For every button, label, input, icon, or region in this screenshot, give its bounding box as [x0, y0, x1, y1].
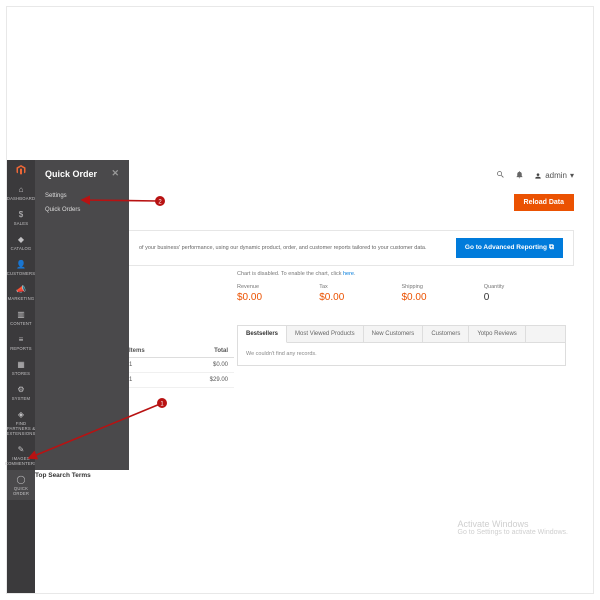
sidebar-item-images-commenters[interactable]: ✎IMAGES COMMENTERS: [7, 440, 35, 470]
sidebar-item-content[interactable]: ▥CONTENT: [7, 305, 35, 330]
nav-icon: ▥: [16, 309, 26, 319]
sidebar-item-sales[interactable]: $SALES: [7, 205, 35, 230]
advisor-text: of your business' performance, using our…: [139, 245, 448, 251]
nav-icon: ◆: [16, 234, 26, 244]
sidebar-item-catalog[interactable]: ◆CATALOG: [7, 230, 35, 255]
nav-icon: $: [16, 209, 26, 219]
last-orders-table: ItemsTotal 1$0.001$29.00: [129, 345, 234, 388]
nav-icon: ◯: [16, 474, 26, 484]
tab-most-viewed-products[interactable]: Most Viewed Products: [287, 326, 364, 342]
stat-quantity: Quantity0: [484, 284, 566, 303]
stats-row: Revenue$0.00Tax$0.00Shipping$0.00Quantit…: [237, 284, 566, 303]
quick-order-flyout: Quick Order ✕ Settings Quick Orders: [35, 160, 129, 470]
sidebar-item-marketing[interactable]: 📣MARKETING: [7, 280, 35, 305]
sidebar-item-customers[interactable]: 👤CUSTOMERS: [7, 255, 35, 280]
tab-yotpo-reviews[interactable]: Yotpo Reviews: [469, 326, 525, 342]
sidebar-item-dashboard[interactable]: ⌂DASHBOARD: [7, 180, 35, 205]
stat-revenue: Revenue$0.00: [237, 284, 319, 303]
reload-data-button[interactable]: Reload Data: [514, 194, 574, 211]
magento-logo: [7, 160, 35, 180]
table-row[interactable]: 1$0.00: [129, 358, 234, 373]
tab-content: We couldn't find any records.: [238, 342, 565, 365]
nav-icon: ≡: [16, 334, 26, 344]
top-search-terms-heading: Top Search Terms: [35, 472, 91, 479]
chart-disabled-note: Chart is disabled. To enable the chart, …: [237, 271, 566, 277]
tab-new-customers[interactable]: New Customers: [364, 326, 424, 342]
nav-icon: ✎: [16, 444, 26, 454]
sidebar-item-system[interactable]: ⚙SYSTEM: [7, 380, 35, 405]
dashboard-tabs: BestsellersMost Viewed ProductsNew Custo…: [237, 325, 566, 366]
sidebar-item-find-partners-extensions[interactable]: ◈FIND PARTNERS & EXTENSIONS: [7, 405, 35, 440]
flyout-title: Quick Order: [45, 169, 97, 179]
nav-icon: ▦: [16, 359, 26, 369]
nav-icon: ◈: [16, 409, 26, 419]
search-icon[interactable]: [496, 170, 505, 181]
chevron-down-icon: ▾: [570, 171, 574, 180]
stat-shipping: Shipping$0.00: [402, 284, 484, 303]
nav-icon: 📣: [16, 284, 26, 294]
table-row[interactable]: 1$29.00: [129, 373, 234, 388]
sidebar-item-reports[interactable]: ≡REPORTS: [7, 330, 35, 355]
user-menu[interactable]: admin ▾: [534, 171, 574, 180]
flyout-item-settings[interactable]: Settings: [45, 189, 119, 203]
sidebar-item-quick-order[interactable]: ◯QUICK ORDER: [7, 470, 35, 500]
main-canvas: admin ▾ Reload Data of your business' pe…: [129, 160, 586, 586]
advanced-reporting-bar: of your business' performance, using our…: [129, 230, 574, 266]
windows-watermark: Activate Windows Go to Settings to activ…: [458, 519, 569, 536]
tab-customers[interactable]: Customers: [423, 326, 469, 342]
sidebar-item-stores[interactable]: ▦STORES: [7, 355, 35, 380]
tab-bestsellers[interactable]: Bestsellers: [238, 326, 287, 343]
nav-icon: 👤: [16, 259, 26, 269]
external-link-icon: ⧉: [549, 244, 554, 251]
go-advanced-reporting-button[interactable]: Go to Advanced Reporting⧉: [456, 238, 563, 258]
stat-tax: Tax$0.00: [319, 284, 401, 303]
nav-icon: ⚙: [16, 384, 26, 394]
flyout-item-quick-orders[interactable]: Quick Orders: [45, 203, 119, 217]
admin-sidebar: ⌂DASHBOARD$SALES◆CATALOG👤CUSTOMERS📣MARKE…: [7, 160, 35, 593]
notifications-icon[interactable]: [515, 170, 524, 181]
close-icon[interactable]: ✕: [111, 168, 119, 179]
top-toolbar: admin ▾: [496, 170, 574, 181]
nav-icon: ⌂: [16, 184, 26, 194]
enable-chart-link[interactable]: here: [343, 271, 354, 277]
